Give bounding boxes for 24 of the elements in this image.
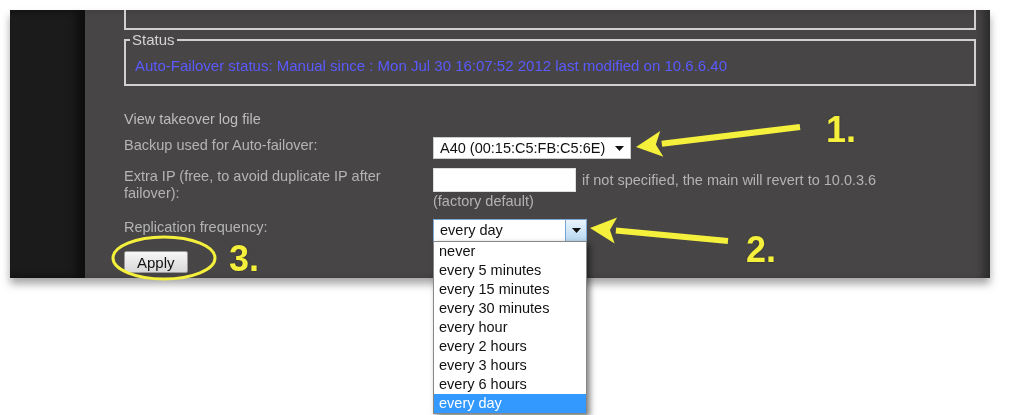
hint-text: if not specified, the main will revert to 10.0.3.6	[582, 171, 877, 189]
field-label: Backup used for Auto-failover:	[124, 137, 319, 155]
apply-button[interactable]: Apply	[124, 251, 188, 273]
dropdown-option[interactable]: every 6 hours	[434, 375, 586, 394]
field-label: Replication frequency:	[124, 219, 269, 237]
field-label: Extra IP (free, to avoid duplicate IP after failover):	[124, 168, 382, 203]
status-text: Auto-Failover status: Manual since : Mon Jul 30 16:07:52 2012 last modified on 10.6.6.40	[135, 57, 729, 75]
hint-note: (factory default)	[433, 193, 535, 210]
caret-icon	[571, 228, 581, 233]
dropdown-option[interactable]: never	[434, 242, 586, 261]
dropdown-option[interactable]: every 30 minutes	[434, 299, 586, 318]
dropdown-button[interactable]	[565, 220, 586, 241]
backup-select[interactable]: A40 (00:15:C5:FB:C5:6E)	[433, 137, 632, 159]
dropdown-option[interactable]: every hour	[434, 318, 586, 337]
frequency-select[interactable]: every day	[433, 219, 587, 242]
ip-input-field[interactable]	[433, 168, 576, 192]
callout-number: 3.	[229, 239, 260, 279]
dropdown-option[interactable]: every 2 hours	[434, 337, 586, 356]
dropdown-option[interactable]: every 3 hours	[434, 356, 586, 375]
callout-number: 1.	[826, 110, 857, 150]
dropdown-option[interactable]: every 15 minutes	[434, 280, 586, 299]
dropdown-option[interactable]: every 5 minutes	[434, 261, 586, 280]
callout-number: 2.	[746, 230, 777, 270]
caret-icon	[615, 145, 625, 151]
